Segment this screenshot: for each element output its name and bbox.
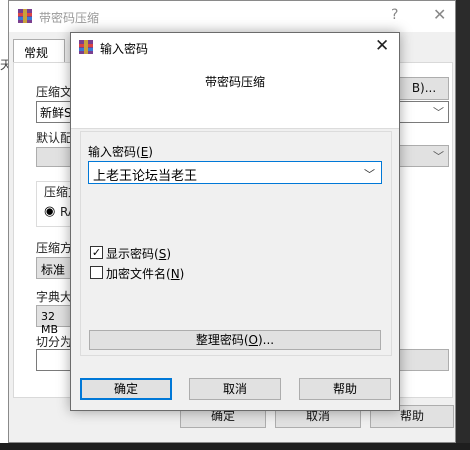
help-button[interactable]: 帮助 — [299, 378, 391, 400]
chevron-down-icon: ﹀ — [433, 106, 444, 119]
password-dialog-title: 输入密码 — [100, 42, 149, 56]
organize-passwords-button[interactable]: 整理密码(O)... — [89, 330, 381, 350]
cancel-button-back-label: 取消 — [305, 409, 330, 423]
password-label: 输入密码(E) — [88, 143, 153, 160]
organize-passwords-label: 整理密码( — [195, 333, 249, 347]
desktop-background-right — [455, 0, 470, 450]
cancel-button[interactable]: 取消 — [189, 378, 281, 400]
show-password-label[interactable]: 显示密码(S) — [106, 245, 171, 262]
password-label-end: ) — [148, 145, 153, 159]
password-input[interactable]: 上老王论坛当老王 — [88, 161, 382, 184]
winrar-icon — [18, 9, 32, 23]
tab-general[interactable]: 常规 — [13, 39, 65, 63]
archive-dialog-title: 带密码压缩 — [39, 11, 100, 25]
close-icon[interactable]: ✕ — [375, 36, 389, 56]
update-mode-dropdown[interactable]: ﹀ — [399, 145, 449, 167]
browse-button[interactable]: B)... — [399, 77, 449, 100]
encrypt-filenames-checkbox[interactable] — [90, 266, 103, 279]
archive-name-label: 压缩文 — [36, 85, 73, 99]
help-button-label: 帮助 — [332, 382, 357, 396]
show-password-label-text: 显示密码( — [106, 247, 159, 261]
show-password-checkbox[interactable]: ✓ — [90, 246, 103, 259]
ok-button[interactable]: 确定 — [80, 378, 172, 400]
password-dialog-heading: 带密码压缩 — [204, 75, 265, 89]
enter-password-dialog: 输入密码 ✕ 带密码压缩 输入密码(E) 上老王论坛当老王 ﹀ ✓ 显示密码(S… — [70, 32, 400, 411]
encrypt-filenames-accesskey: N — [170, 267, 180, 281]
desktop-background-bottom — [0, 443, 470, 450]
organize-passwords-accesskey: O — [248, 333, 258, 347]
organize-passwords-label-end: )... — [258, 333, 275, 347]
dictionary-size-label: 字典大 — [36, 290, 73, 304]
encrypt-filenames-label[interactable]: 加密文件名(N) — [106, 265, 184, 282]
help-title-button[interactable]: ? — [391, 7, 398, 23]
split-volumes-label: 切分为 — [36, 335, 73, 349]
ok-button-label: 确定 — [113, 382, 138, 396]
encrypt-filenames-label-end: ) — [179, 267, 185, 281]
ok-button-back-label: 确定 — [210, 409, 235, 423]
chevron-down-icon: ﹀ — [433, 150, 444, 163]
radio-selected-icon[interactable]: ◉ — [44, 204, 55, 219]
set-password-button-back[interactable] — [399, 349, 449, 371]
encrypt-filenames-label-text: 加密文件名( — [106, 267, 171, 281]
chevron-down-icon[interactable]: ﹀ — [364, 166, 375, 182]
browse-button-label: B)... — [411, 81, 437, 95]
archive-dialog-titlebar: 带密码压缩 ? ✕ — [9, 1, 455, 32]
compression-method-label: 压缩方 — [36, 241, 73, 255]
password-label-text: 输入密码( — [88, 145, 141, 159]
close-icon[interactable]: ✕ — [433, 5, 446, 24]
cancel-button-label: 取消 — [222, 382, 247, 396]
winrar-icon — [79, 40, 93, 54]
check-icon: ✓ — [91, 246, 102, 259]
help-button-back-label: 帮助 — [399, 409, 424, 423]
archive-name-dropdown[interactable]: ﹀ — [399, 101, 449, 123]
show-password-label-end: ) — [166, 247, 171, 261]
password-value: 上老王论坛当老王 — [93, 169, 198, 184]
compression-method-value: 标准 — [41, 263, 66, 277]
password-dialog-titlebar: 输入密码 ✕ — [71, 33, 399, 62]
default-profile-label: 默认配 — [36, 131, 73, 145]
archive-name-value: 新鲜S — [40, 106, 72, 120]
